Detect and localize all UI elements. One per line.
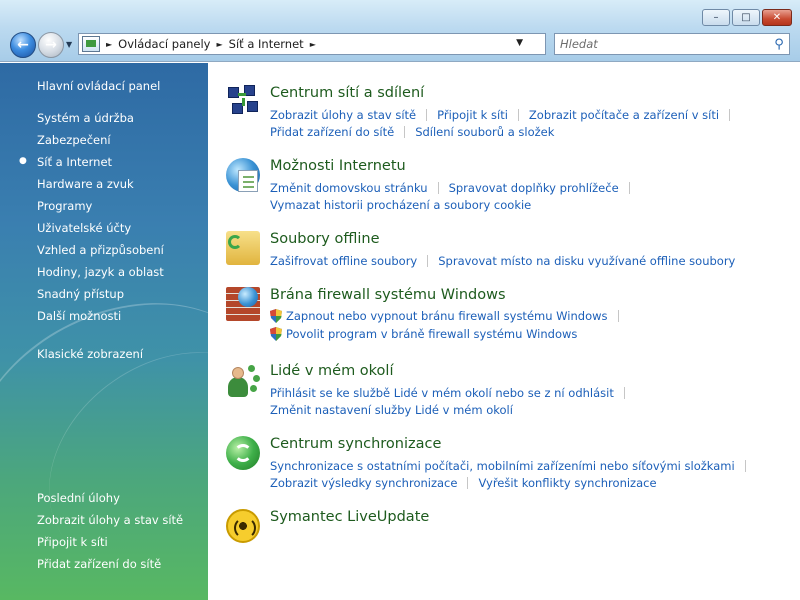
separator: [729, 109, 731, 121]
section-title[interactable]: Symantec LiveUpdate: [270, 509, 429, 525]
task-link[interactable]: Zobrazit počítače a zařízení v síti: [529, 108, 719, 122]
address-dropdown-icon[interactable]: ▼: [516, 38, 523, 48]
separator: [404, 126, 406, 138]
task-link[interactable]: Vymazat historii procházení a soubory co…: [270, 198, 531, 212]
separator: [426, 109, 428, 121]
sidebar-item-appearance[interactable]: Vzhled a přizpůsobení: [37, 243, 164, 257]
task-link[interactable]: Přidat zařízení do sítě: [270, 125, 394, 139]
search-input[interactable]: [555, 35, 769, 53]
task-link[interactable]: Zobrazit výsledky synchronizace: [270, 476, 457, 490]
back-button[interactable]: ←: [10, 32, 36, 58]
sidebar-item-ease-of-access[interactable]: Snadný přístup: [37, 287, 124, 301]
main-content: Centrum sítí a sdílení Zobrazit úlohy a …: [208, 63, 800, 600]
sidebar-item-security[interactable]: Zabezpečení: [37, 133, 111, 147]
sidebar-item-additional-options[interactable]: Další možnosti: [37, 309, 121, 323]
task-line: Zobrazit výsledky synchronizace Vyřešit …: [270, 476, 657, 490]
classic-view-link[interactable]: Klasické zobrazení: [37, 347, 143, 361]
recent-pages-dropdown-icon[interactable]: ▼: [66, 40, 72, 49]
sync-center-icon[interactable]: [226, 436, 260, 470]
separator: [744, 460, 746, 472]
task-line: Změnit domovskou stránku Spravovat doplň…: [270, 181, 640, 195]
task-line: Změnit nastavení služby Lidé v mém okolí: [270, 403, 513, 417]
maximize-button[interactable]: □: [732, 9, 760, 26]
breadcrumb-separator-icon[interactable]: ►: [217, 40, 223, 49]
sidebar: Hlavní ovládací panel Systém a údržba Za…: [0, 63, 208, 600]
sidebar-item-user-accounts[interactable]: Uživatelské účty: [37, 221, 131, 235]
separator: [437, 182, 439, 194]
people-near-me-icon[interactable]: [226, 363, 260, 397]
separator: [628, 182, 630, 194]
task-link[interactable]: Vyřešit konflikty synchronizace: [478, 476, 656, 490]
task-link[interactable]: Sdílení souborů a složek: [415, 125, 554, 139]
firewall-icon[interactable]: [226, 287, 260, 321]
task-line: Zašifrovat offline soubory Spravovat mís…: [270, 254, 735, 268]
sidebar-item-system[interactable]: Systém a údržba: [37, 111, 134, 125]
task-line: Přihlásit se ke službě Lidé v mém okolí …: [270, 386, 635, 400]
liveupdate-icon[interactable]: [226, 509, 260, 543]
window-controls: – □ ✕: [702, 9, 792, 26]
minimize-button[interactable]: –: [702, 9, 730, 26]
task-link[interactable]: Zapnout nebo vypnout bránu firewall syst…: [286, 309, 608, 323]
task-line: Vymazat historii procházení a soubory co…: [270, 198, 531, 212]
uac-shield-icon: [270, 327, 282, 341]
uac-shield-icon: [270, 309, 282, 323]
internet-options-icon[interactable]: [226, 158, 260, 192]
breadcrumb-network-internet[interactable]: Síť a Internet: [229, 37, 304, 51]
task-link[interactable]: Spravovat doplňky prohlížeče: [449, 181, 619, 195]
separator: [467, 477, 469, 489]
task-line: Zapnout nebo vypnout bránu firewall syst…: [270, 309, 629, 323]
sidebar-home-link[interactable]: Hlavní ovládací panel: [37, 79, 160, 93]
task-link[interactable]: Povolit program v bráně firewall systému…: [286, 327, 577, 341]
sidebar-item-clock[interactable]: Hodiny, jazyk a oblast: [37, 265, 164, 279]
section-title[interactable]: Centrum sítí a sdílení: [270, 85, 424, 101]
section-title[interactable]: Lidé v mém okolí: [270, 363, 394, 379]
separator: [617, 310, 619, 322]
search-box[interactable]: ⚲: [554, 33, 790, 55]
task-link[interactable]: Změnit nastavení služby Lidé v mém okolí: [270, 403, 513, 417]
section-title[interactable]: Soubory offline: [270, 231, 380, 247]
recent-task-link[interactable]: Zobrazit úlohy a stav sítě: [37, 513, 183, 527]
sidebar-item-hardware[interactable]: Hardware a zvuk: [37, 177, 134, 191]
separator: [623, 387, 625, 399]
section-title[interactable]: Centrum synchronizace: [270, 436, 441, 452]
search-icon[interactable]: ⚲: [769, 37, 789, 52]
window-titlebar: – □ ✕ ← → ▼ ► Ovládací panely ► Síť a In…: [0, 0, 800, 62]
task-line: Přidat zařízení do sítě Sdílení souborů …: [270, 125, 554, 139]
forward-button[interactable]: →: [38, 32, 64, 58]
section-title[interactable]: Možnosti Internetu: [270, 158, 406, 174]
task-link[interactable]: Připojit k síti: [437, 108, 508, 122]
task-line: Zobrazit úlohy a stav sítě Připojit k sí…: [270, 108, 740, 122]
task-link[interactable]: Přihlásit se ke službě Lidé v mém okolí …: [270, 386, 614, 400]
task-link[interactable]: Zašifrovat offline soubory: [270, 254, 417, 268]
recent-task-link[interactable]: Přidat zařízení do sítě: [37, 557, 161, 571]
task-link[interactable]: Synchronizace s ostatními počítači, mobi…: [270, 459, 735, 473]
task-link[interactable]: Změnit domovskou stránku: [270, 181, 428, 195]
arrow-right-icon: →: [45, 37, 57, 53]
task-link[interactable]: Spravovat místo na disku využívané offli…: [438, 254, 735, 268]
breadcrumb-control-panel[interactable]: Ovládací panely: [118, 37, 210, 51]
network-center-icon[interactable]: [226, 85, 260, 119]
close-button[interactable]: ✕: [762, 9, 792, 26]
offline-files-icon[interactable]: [226, 231, 260, 265]
task-line: Synchronizace s ostatními počítači, mobi…: [270, 459, 756, 473]
sidebar-item-network[interactable]: Síť a Internet: [37, 155, 112, 169]
breadcrumb-separator-icon[interactable]: ►: [106, 40, 112, 49]
recent-tasks-label: Poslední úlohy: [37, 491, 120, 505]
task-line: Povolit program v bráně firewall systému…: [270, 327, 577, 341]
task-link[interactable]: Zobrazit úlohy a stav sítě: [270, 108, 416, 122]
current-item-bullet-icon: ●: [19, 156, 27, 166]
section-title[interactable]: Brána firewall systému Windows: [270, 287, 506, 303]
separator: [427, 255, 429, 267]
recent-task-link[interactable]: Připojit k síti: [37, 535, 108, 549]
sidebar-item-programs[interactable]: Programy: [37, 199, 92, 213]
address-bar[interactable]: ► Ovládací panely ► Síť a Internet ► ▼ ⇆: [78, 33, 620, 55]
separator: [517, 109, 519, 121]
breadcrumb-separator-icon[interactable]: ►: [310, 40, 316, 49]
control-panel-icon: [82, 36, 100, 52]
arrow-left-icon: ←: [17, 37, 29, 53]
